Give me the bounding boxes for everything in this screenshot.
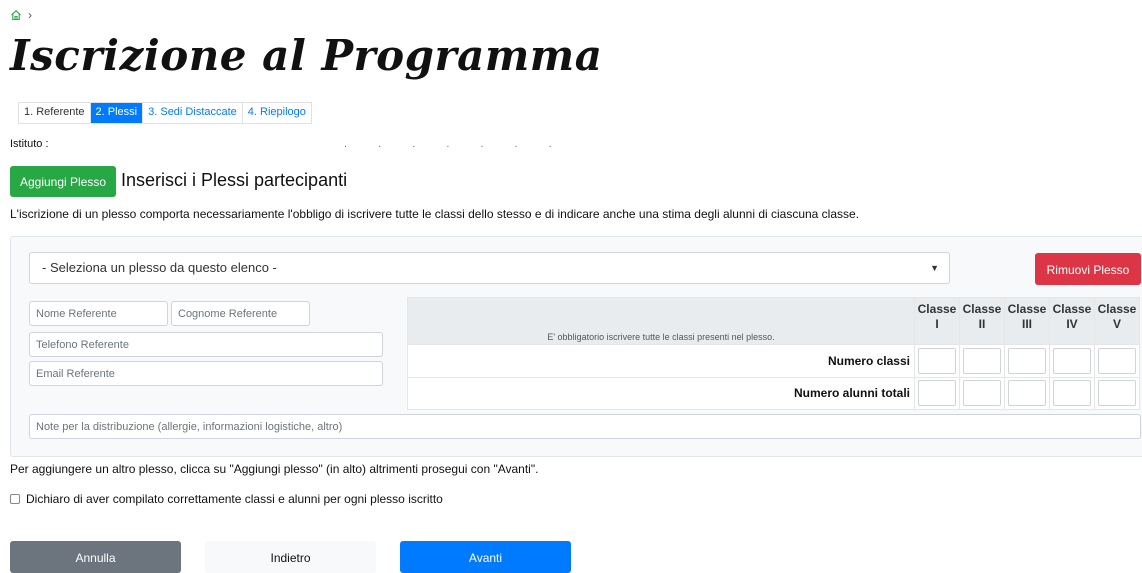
plesso-card: - Seleziona un plesso da questo elenco -…	[10, 236, 1142, 457]
remove-plesso-button[interactable]: Rimuovi Plesso	[1035, 253, 1141, 285]
nome-referente-input[interactable]	[29, 301, 168, 326]
step-plessi[interactable]: 2. Plessi	[90, 103, 144, 123]
plessi-heading: Inserisci i Plessi partecipanti	[121, 170, 348, 190]
page-title: Iscrizione al Programma	[10, 31, 603, 80]
next-button[interactable]: Avanti	[400, 541, 571, 573]
step-sedi-distaccate[interactable]: 3. Sedi Distaccate	[143, 103, 243, 123]
classi-note: E' obbligatorio iscrivere tutte le class…	[407, 297, 915, 345]
plessi-notice: L'iscrizione di un plesso comporta neces…	[10, 207, 860, 221]
numero-alunni-i-input[interactable]	[918, 380, 956, 407]
add-plesso-button[interactable]: Aggiungi Plesso	[10, 166, 116, 197]
numero-classi-ii-input[interactable]	[963, 347, 1001, 374]
numero-alunni-ii-input[interactable]	[963, 380, 1001, 407]
breadcrumb-separator: ›	[28, 8, 32, 22]
note-distribuzione-input[interactable]	[29, 414, 1141, 439]
dichiarazione-checkbox-row[interactable]: Dichiaro di aver compilato correttamente…	[10, 492, 443, 506]
dichiarazione-label: Dichiaro di aver compilato correttamente…	[26, 492, 443, 506]
home-icon[interactable]	[10, 9, 22, 21]
col-classe-i: Classe I	[914, 297, 960, 345]
istituto-label: Istituto :	[10, 138, 49, 150]
col-classe-v: Classe V	[1094, 297, 1140, 345]
dichiarazione-checkbox[interactable]	[10, 494, 20, 504]
plesso-select-value: - Seleziona un plesso da questo elenco -	[42, 260, 277, 275]
col-classe-iii: Classe III	[1004, 297, 1050, 345]
email-referente-input[interactable]	[29, 361, 383, 386]
col-classe-ii: Classe II	[959, 297, 1005, 345]
back-button[interactable]: Indietro	[205, 541, 376, 573]
numero-alunni-v-input[interactable]	[1098, 380, 1136, 407]
breadcrumb: ›	[10, 8, 32, 22]
table-row: Numero alunni totali	[407, 376, 1140, 410]
add-plesso-info: Per aggiungere un altro plesso, clicca s…	[10, 462, 539, 476]
istituto-value: . . . . . . .	[344, 138, 566, 150]
cognome-referente-input[interactable]	[171, 301, 310, 326]
numero-alunni-label: Numero alunni totali	[407, 376, 915, 410]
numero-alunni-iv-input[interactable]	[1053, 380, 1091, 407]
step-referente[interactable]: 1. Referente	[19, 103, 91, 123]
numero-classi-label: Numero classi	[407, 344, 915, 378]
numero-classi-v-input[interactable]	[1098, 347, 1136, 374]
numero-classi-iii-input[interactable]	[1008, 347, 1046, 374]
cancel-button[interactable]: Annulla	[10, 541, 181, 573]
numero-classi-iv-input[interactable]	[1053, 347, 1091, 374]
plesso-select[interactable]: - Seleziona un plesso da questo elenco -…	[29, 252, 950, 284]
table-row: Numero classi	[407, 344, 1140, 378]
classi-table: E' obbligatorio iscrivere tutte le class…	[407, 297, 1140, 410]
col-classe-iv: Classe IV	[1049, 297, 1095, 345]
numero-alunni-iii-input[interactable]	[1008, 380, 1046, 407]
caret-down-icon: ▼	[930, 263, 939, 273]
step-riepilogo[interactable]: 4. Riepilogo	[242, 103, 311, 123]
wizard-steps: 1. Referente 2. Plessi 3. Sedi Distaccat…	[18, 102, 312, 124]
numero-classi-i-input[interactable]	[918, 347, 956, 374]
telefono-referente-input[interactable]	[29, 332, 383, 357]
istituto-row: Istituto : . . . . . . .	[10, 138, 552, 150]
